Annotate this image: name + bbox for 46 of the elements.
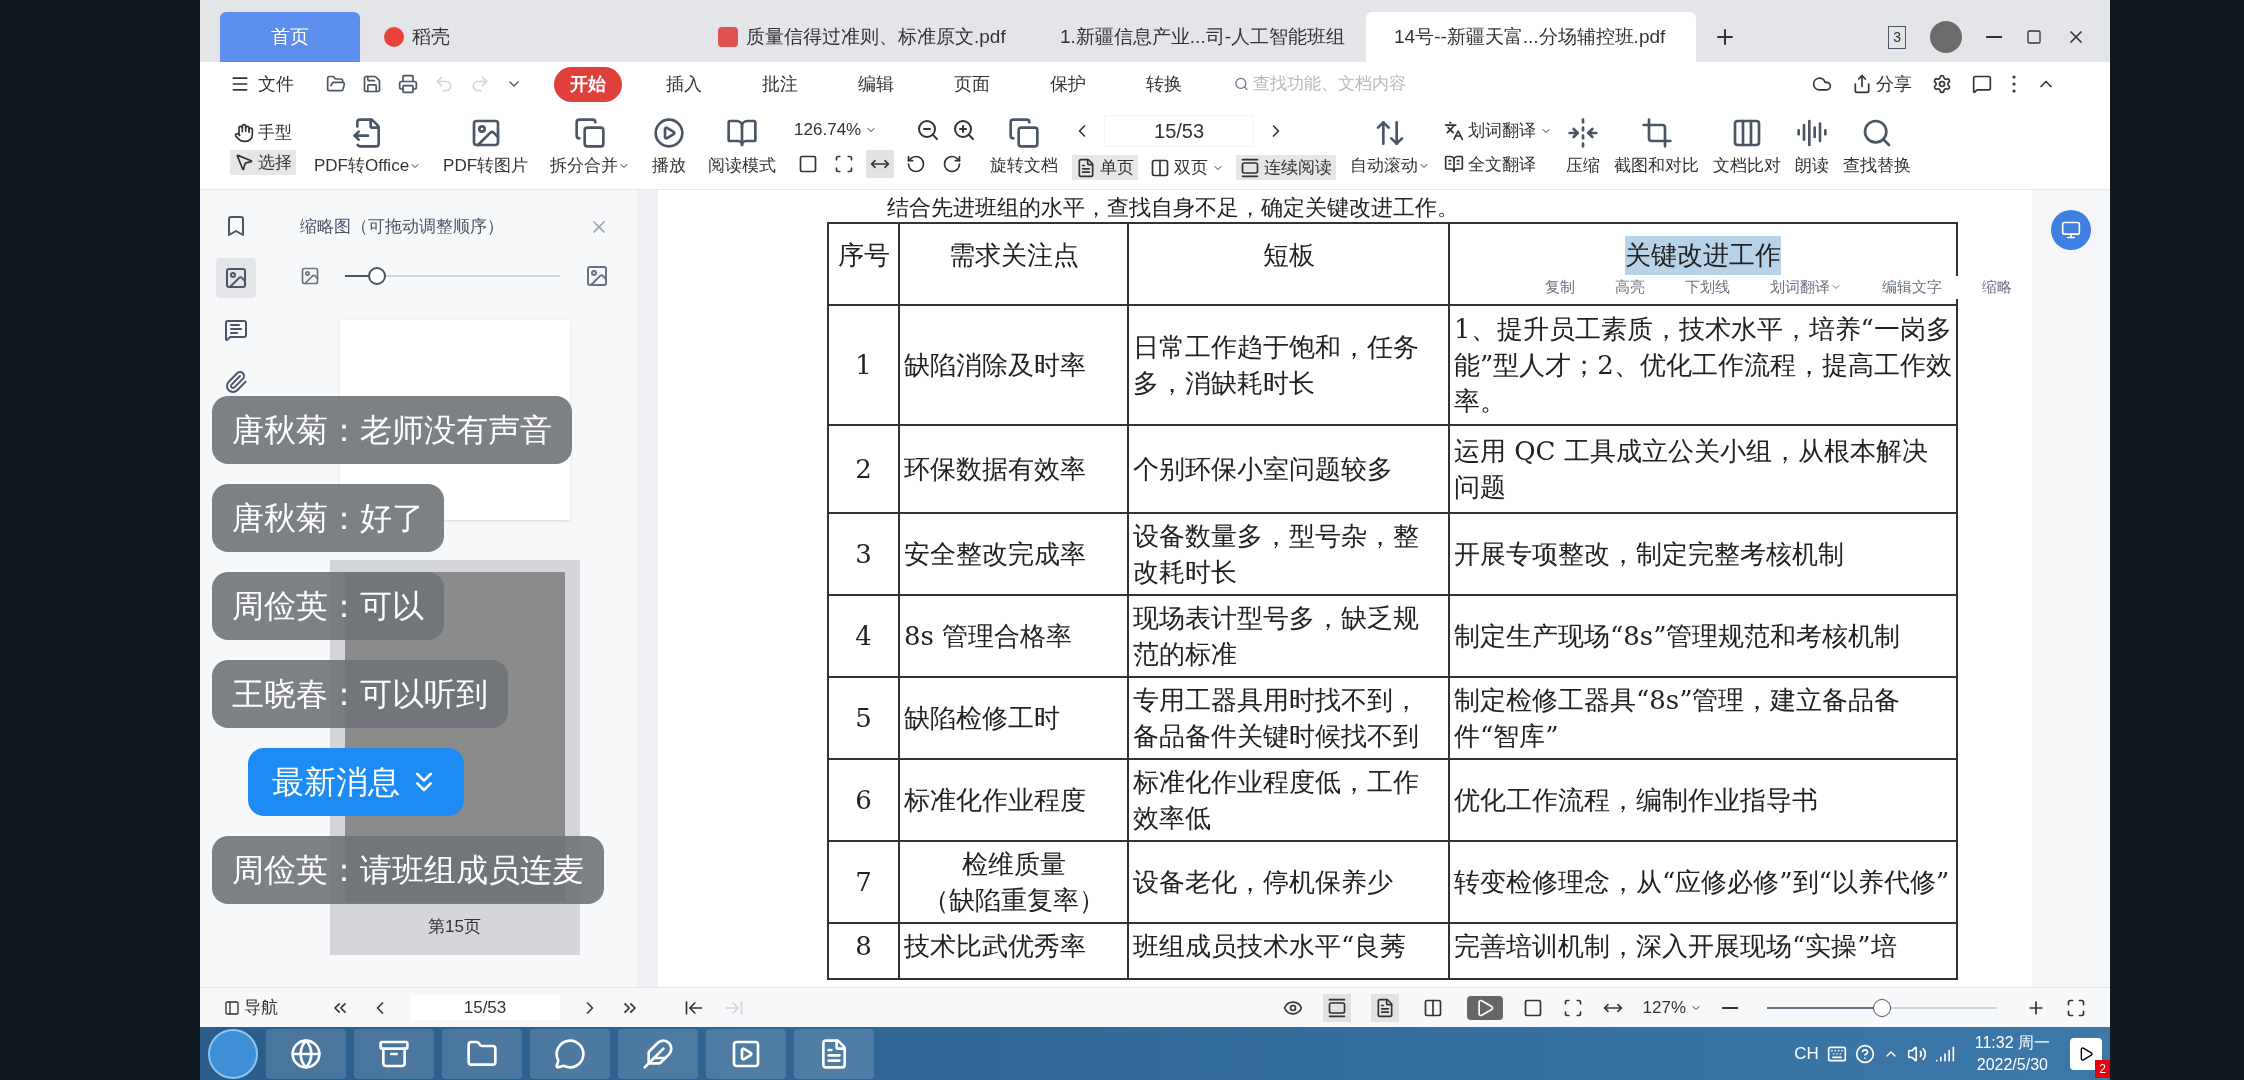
table-cell-text: 班组成员技术水平“良莠: [1133, 930, 1407, 963]
table-cell-text: 6: [855, 784, 872, 817]
table-cell-text: 5: [855, 702, 872, 735]
table-cell-text: 制定生产现场“8s”管理规范和考核机制: [1454, 620, 1901, 653]
table-cell-text: 现场表计型号多，缺乏规范的标准: [1133, 602, 1420, 671]
table-cell-text: 1: [855, 349, 872, 382]
table-cell-text: 1、提升员工素质，技术水平，培养“一岗多能”型人才；2、优化工作流程，提高工作效率。: [1454, 313, 1952, 418]
document-text: 结合先进班组的水平，查找自身不足，确定关键改进工作。: [886, 194, 1460, 222]
table-cell-text: 8s 管理合格率: [904, 620, 1073, 653]
page-label: 第15页: [428, 915, 481, 938]
table-cell-text: 设备老化，停机保养少: [1133, 866, 1393, 899]
table-cell-text: 缺陷检修工时: [904, 702, 1060, 735]
table-cell-text: 2: [855, 453, 872, 486]
table-cell-text: 个别环保小室问题较多: [1133, 453, 1393, 486]
panel-title: 缩略图（可拖动调整顺序）: [300, 216, 504, 238]
table-cell-text: 设备数量多，型号杂，整改耗时长: [1133, 520, 1420, 589]
chat-message-toast: 王晓春：可以听到: [212, 660, 508, 728]
table-cell-text: 专用工器具用时找不到，备品备件关键时候找不到: [1133, 684, 1420, 753]
table-cell-text: 安全整改完成率: [904, 538, 1086, 571]
table-cell-text: 技术比武优秀率: [904, 930, 1086, 963]
column-header: 短板: [1262, 239, 1315, 272]
chat-message-toast: 周俭英：可以: [212, 572, 444, 640]
table-cell-text: 3: [855, 538, 872, 571]
table-cell-text: 制定检修工器具“8s”管理，建立备品备件“智库”: [1454, 684, 1902, 753]
table-cell-text: 8: [855, 930, 872, 963]
notification-badge: 2: [2095, 1059, 2110, 1078]
chat-message-toast: 唐秋菊：老师没有声音: [212, 396, 572, 464]
table-cell-text: 标准化作业程度低，工作效率低: [1133, 766, 1420, 835]
column-header: 需求关注点: [948, 239, 1079, 272]
table-cell-text: 环保数据有效率: [904, 453, 1086, 486]
table-cell-text: 转变检修理念，从“应修必修”到“以养代修”: [1454, 866, 1950, 899]
table-cell-text: 7: [855, 866, 872, 899]
column-header: 序号: [837, 239, 890, 272]
table-cell-text: 4: [855, 620, 872, 653]
table-cell-text: 标准化作业程度: [904, 784, 1086, 817]
table-cell-text: 开展专项整改，制定完整考核机制: [1454, 538, 1844, 571]
chat-message-toast: 周俭英：请班组成员连麦: [212, 836, 604, 904]
table-cell-text: 缺陷消除及时率: [904, 349, 1086, 382]
column-header: 关键改进工作: [1625, 236, 1781, 275]
table-cell-text: 日常工作趋于饱和，任务多，消缺耗时长: [1133, 331, 1420, 400]
table-cell-text: 优化工作流程，编制作业指导书: [1454, 784, 1818, 817]
table-cell-text: （缺陷重复率）: [922, 884, 1105, 917]
table-cell-text: 运用 QC 工具成立公关小组，从根本解决问题: [1454, 435, 1929, 504]
table-cell-text: 完善培训机制，深入开展现场“实操”培: [1454, 930, 1897, 963]
chat-message-toast: 唐秋菊：好了: [212, 484, 444, 552]
table-cell-text: 检维质量: [961, 848, 1066, 881]
